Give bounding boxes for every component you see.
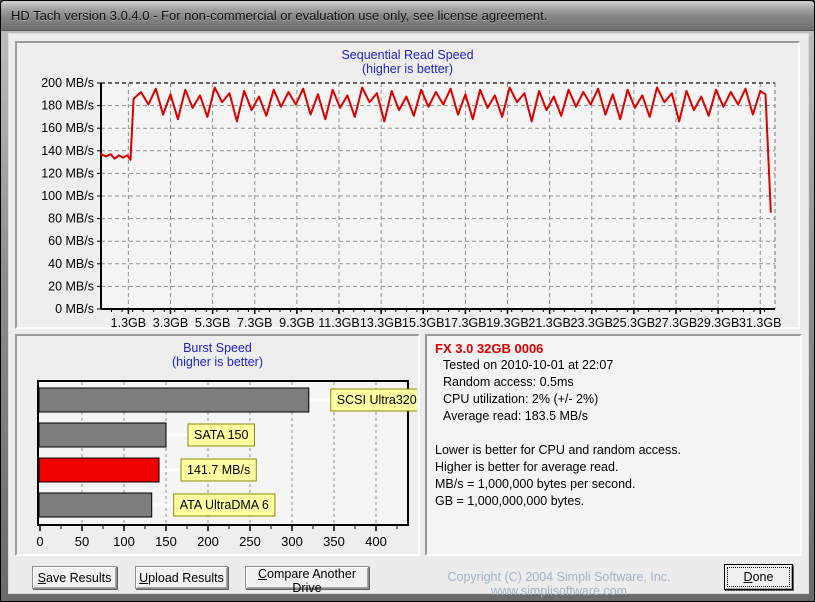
x-tick-label: 7,3GB — [237, 316, 272, 327]
x-tick-label: 5,3GB — [195, 316, 230, 327]
x-tick-label: 19,3GB — [486, 316, 528, 327]
info-gap — [435, 425, 792, 442]
info-line: Random access: 0.5ms — [435, 374, 792, 391]
bar-label-text: SATA 150 — [194, 428, 248, 442]
y-tick-label: 0 MB/s — [55, 302, 94, 316]
x-tick-label: 29,3GB — [697, 316, 739, 327]
y-tick-label: 60 MB/s — [48, 234, 94, 248]
info-notes: Lower is better for CPU and random acces… — [435, 442, 792, 510]
x-tick-label: 9,3GB — [279, 316, 314, 327]
y-tick-label: 160 MB/s — [41, 121, 94, 135]
client-area: Sequential Read Speed (higher is better)… — [8, 33, 809, 594]
window-title: HD Tach version 3.0.4.0 - For non-commer… — [11, 8, 547, 23]
info-line: CPU utilization: 2% (+/- 2%) — [435, 391, 792, 408]
x-tick-label: 150 — [155, 534, 177, 549]
drive-stats: Tested on 2010-10-01 at 22:07Random acce… — [435, 357, 792, 425]
burst-bar — [39, 458, 159, 482]
x-tick-label: 23,3GB — [571, 316, 613, 327]
sequential-read-panel: Sequential Read Speed (higher is better)… — [15, 41, 800, 329]
y-tick-label: 100 MB/s — [41, 189, 94, 203]
x-tick-label: 17,3GB — [444, 316, 486, 327]
info-line: Tested on 2010-10-01 at 22:07 — [435, 357, 792, 374]
save-results-button[interactable]: Save Results — [32, 566, 117, 589]
x-tick-label: 50 — [75, 534, 89, 549]
y-tick-label: 40 MB/s — [48, 257, 94, 271]
burst-speed-chart: SCSI Ultra320 SATA 150 141.7 MB/s ATA Ultra… — [19, 378, 417, 552]
x-tick-label: 400 — [365, 534, 387, 549]
y-tick-label: 20 MB/s — [48, 279, 94, 293]
upload-results-button[interactable]: Upload Results — [135, 566, 228, 589]
x-tick-label: 3,3GB — [153, 316, 188, 327]
drive-info-panel: FX 3.0 32GB 0006 Tested on 2010-10-01 at… — [425, 334, 802, 556]
x-tick-label: 13,3GB — [360, 316, 402, 327]
x-tick-label: 15,3GB — [402, 316, 444, 327]
x-tick-label: 25,3GB — [613, 316, 655, 327]
seq-chart-subtitle: (higher is better) — [17, 62, 798, 76]
y-tick-label: 200 MB/s — [41, 77, 94, 90]
burst-bar — [39, 493, 152, 517]
x-tick-label: 0 — [36, 534, 43, 549]
x-tick-label: 11,3GB — [318, 316, 359, 327]
compare-another-drive-button[interactable]: Compare Another Drive — [245, 566, 369, 589]
x-tick-label: 1,3GB — [111, 316, 146, 327]
burst-bar — [39, 423, 166, 447]
x-tick-label: 200 — [197, 534, 219, 549]
y-tick-label: 180 MB/s — [41, 99, 94, 113]
burst-speed-panel: Burst Speed (higher is better) SCSI Ultr… — [15, 334, 420, 556]
x-tick-label: 250 — [239, 534, 261, 549]
x-tick-label: 21,3GB — [528, 316, 570, 327]
sequential-read-chart: 0 MB/s 20 MB/s 40 MB/s 60 MB/s 80 MB/s 100 MB… — [19, 77, 797, 327]
y-tick-label: 120 MB/s — [41, 166, 94, 180]
copyright-text: Copyright (C) 2004 Simpli Software, Inc.… — [394, 570, 724, 598]
info-line: MB/s = 1,000,000 bytes per second. — [435, 476, 792, 493]
done-button[interactable]: Done — [724, 564, 793, 590]
burst-chart-subtitle: (higher is better) — [17, 355, 418, 369]
seq-chart-title: Sequential Read Speed — [17, 48, 798, 62]
bar-label-text: SCSI Ultra320 — [337, 393, 417, 407]
bar-label-text: ATA UltraDMA 6 — [180, 498, 269, 512]
x-tick-label: 350 — [323, 534, 345, 549]
app-window: HD Tach version 3.0.4.0 - For non-commer… — [0, 0, 815, 602]
x-tick-label: 300 — [281, 534, 303, 549]
burst-bar — [39, 388, 309, 412]
y-tick-label: 80 MB/s — [48, 212, 94, 226]
info-line: GB = 1,000,000,000 bytes. — [435, 493, 792, 510]
titlebar[interactable]: HD Tach version 3.0.4.0 - For non-commer… — [1, 1, 814, 31]
x-tick-label: 27,3GB — [655, 316, 697, 327]
y-tick-label: 140 MB/s — [41, 144, 94, 158]
bar-label-text: 141.7 MB/s — [187, 463, 250, 477]
info-line: Higher is better for average read. — [435, 459, 792, 476]
burst-chart-title: Burst Speed — [17, 341, 418, 355]
info-line: Lower is better for CPU and random acces… — [435, 442, 792, 459]
info-line: Average read: 183.5 MB/s — [435, 408, 792, 425]
drive-name: FX 3.0 32GB 0006 — [435, 340, 792, 357]
x-tick-label: 100 — [113, 534, 135, 549]
x-tick-label: 31,3GB — [739, 316, 781, 327]
